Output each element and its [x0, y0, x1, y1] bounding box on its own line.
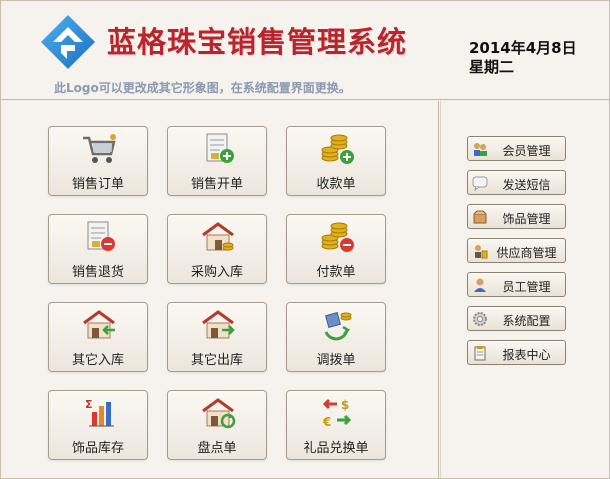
tile-label: 销售开单	[190, 177, 243, 192]
settings-icon	[473, 312, 487, 326]
tile-label: 销售退货	[71, 265, 124, 280]
members-icon	[474, 143, 487, 156]
svg-text:€: €	[322, 415, 331, 429]
tile-other-out[interactable]: 其它出库	[167, 302, 267, 372]
sidebar-item-label: 供应商管理	[496, 246, 557, 260]
sidebar-item-settings[interactable]: 系统配置	[467, 306, 566, 331]
date-display: 2014年4月8日 星期二	[469, 39, 577, 77]
main-panel: 销售订单 销售开单 收款单 销售退货 采购入库 付款单 其它入库 其它出库 调拨…	[1, 101, 439, 478]
employee-icon	[474, 278, 486, 292]
tile-inventory-check[interactable]: 盘点单	[167, 390, 267, 460]
page-title: 蓝格珠宝销售管理系统	[107, 25, 408, 59]
header: 蓝格珠宝销售管理系统 此Logo可以更改成其它形象图，在系统配置界面更换。 20…	[1, 1, 609, 100]
svg-text:Σ: Σ	[85, 398, 93, 411]
house-in-icon	[83, 310, 115, 339]
invoice-return-icon	[87, 221, 115, 251]
tile-other-in[interactable]: 其它入库	[48, 302, 148, 372]
tile-purchase-in[interactable]: 采购入库	[167, 214, 267, 284]
sidebar-item-label: 发送短信	[502, 178, 551, 192]
tile-label: 调拨单	[316, 353, 356, 368]
sidebar: 会员管理 发送短信 饰品管理 供应商管理 员工管理 系统配置 报表中心	[440, 101, 609, 478]
house-out-icon	[202, 310, 235, 339]
tile-transfer[interactable]: 调拨单	[286, 302, 386, 372]
tile-label: 盘点单	[197, 441, 237, 456]
svg-text:$: $	[341, 398, 349, 412]
message-icon	[472, 176, 488, 191]
sidebar-item-label: 饰品管理	[502, 212, 551, 226]
tile-label: 付款单	[316, 265, 356, 280]
sidebar-item-employee[interactable]: 员工管理	[467, 272, 566, 297]
bar-chart-icon: Σ	[85, 398, 114, 427]
sidebar-item-label: 会员管理	[502, 144, 551, 158]
tile-sales-return[interactable]: 销售退货	[48, 214, 148, 284]
logo-tagline: 此Logo可以更改成其它形象图，在系统配置界面更换。	[54, 81, 351, 95]
tile-label: 饰品库存	[71, 441, 124, 456]
invoice-add-icon	[206, 133, 234, 163]
sidebar-item-label: 系统配置	[502, 314, 551, 328]
sidebar-item-supplier[interactable]: 供应商管理	[467, 238, 566, 263]
sidebar-item-sms[interactable]: 发送短信	[467, 170, 566, 195]
report-icon	[474, 346, 486, 361]
date-text: 2014年4月8日	[469, 39, 577, 57]
sidebar-item-members[interactable]: 会员管理	[467, 136, 566, 161]
coins-remove-icon	[321, 222, 354, 252]
box-icon	[473, 210, 487, 224]
logo-icon	[41, 15, 95, 69]
sidebar-item-label: 报表中心	[502, 348, 551, 362]
sidebar-item-reports[interactable]: 报表中心	[467, 340, 566, 365]
tile-receipt[interactable]: 收款单	[286, 126, 386, 196]
sidebar-item-label: 员工管理	[502, 280, 551, 294]
tile-label: 礼品兑换单	[303, 441, 369, 456]
weekday-text: 星期二	[469, 58, 515, 76]
coins-add-icon	[321, 134, 354, 164]
currency-exchange-icon: $ €	[322, 398, 352, 429]
house-refresh-icon	[202, 398, 236, 429]
shopping-cart-icon	[83, 134, 116, 163]
tile-label: 收款单	[316, 177, 356, 192]
tile-jewelry-stock[interactable]: Σ 饰品库存	[48, 390, 148, 460]
tile-label: 其它入库	[71, 353, 124, 368]
tile-sales-invoice[interactable]: 销售开单	[167, 126, 267, 196]
sidebar-item-jewelry[interactable]: 饰品管理	[467, 204, 566, 229]
warehouse-in-icon	[202, 222, 234, 251]
tile-label: 采购入库	[190, 265, 243, 280]
tile-sales-order[interactable]: 销售订单	[48, 126, 148, 196]
tile-payment[interactable]: 付款单	[286, 214, 386, 284]
tile-gift-exchange[interactable]: $ € 礼品兑换单	[286, 390, 386, 460]
transfer-icon	[324, 312, 352, 341]
tile-label: 销售订单	[71, 177, 124, 192]
supplier-icon	[475, 245, 488, 259]
tile-label: 其它出库	[190, 353, 243, 368]
